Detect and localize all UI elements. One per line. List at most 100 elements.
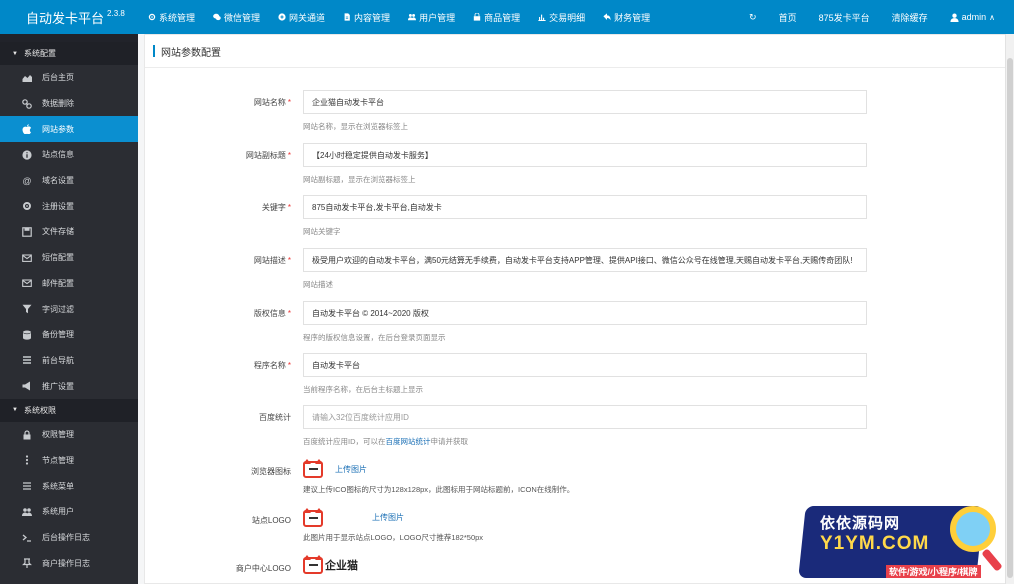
site-link[interactable]: 875发卡平台 <box>808 11 881 24</box>
field-hint: 网站关键字 <box>303 227 341 236</box>
cat-eyes <box>309 564 318 567</box>
topnav-label: 交易明细 <box>549 12 586 23</box>
sidebar-group-system-config[interactable]: ▼ 系统配置 <box>0 42 138 65</box>
topnav-item-gateway[interactable]: 网关通道 <box>268 0 333 34</box>
required-mark: * <box>287 309 291 318</box>
topnav-item-content[interactable]: 内容管理 <box>333 0 398 34</box>
cog-icon <box>23 202 31 211</box>
topnav-item-goods[interactable]: 商品管理 <box>463 0 528 34</box>
user-name: admin <box>961 12 987 22</box>
topnav-label: 内容管理 <box>354 12 391 23</box>
required-mark: * <box>287 98 291 107</box>
topnav-item-users[interactable]: 用户管理 <box>398 0 463 34</box>
field-label: 网站描述 * <box>219 255 291 266</box>
topnav-item-trades[interactable]: 交易明细 <box>528 0 593 34</box>
field-label: 版权信息 * <box>219 308 291 319</box>
site-logo-preview-image <box>303 508 323 527</box>
label-text: 版权信息 <box>253 309 286 318</box>
site-name-input[interactable]: 企业猫自动发卡平台 <box>303 90 867 114</box>
sidebar-item-label: 数据删除 <box>42 99 74 109</box>
sidebar-item-data-delete[interactable]: 数据删除 <box>0 91 138 117</box>
home-link[interactable]: 首页 <box>768 11 808 24</box>
sidebar-item-promotion[interactable]: 推广设置 <box>0 373 138 399</box>
at-icon: @ <box>22 175 32 186</box>
sidebar-item-label: 字词过滤 <box>42 304 74 314</box>
title-accent-bar <box>153 45 155 57</box>
save-icon <box>22 227 32 237</box>
sidebar-item-site-info[interactable]: 站点信息 <box>0 142 138 168</box>
field-hint: 网站描述 <box>303 280 333 289</box>
sidebar-group-system-permissions[interactable]: ▼ 系统权限 <box>0 398 138 422</box>
pin-icon <box>22 558 32 569</box>
filter-icon <box>22 304 32 314</box>
caret-down-icon: ▼ <box>12 50 18 57</box>
sidebar-item-admin-log[interactable]: 后台操作日志 <box>0 525 138 551</box>
merchant-logo-text: 企业猫 <box>325 560 358 572</box>
user-icon <box>950 13 959 22</box>
sidebar-item-dashboard[interactable]: 后台主页 <box>0 65 138 91</box>
site-logo-upload-button[interactable]: 上传图片 <box>372 512 404 523</box>
sidebar-item-system-users[interactable]: 系统用户 <box>0 499 138 525</box>
sidebar-item-storage[interactable]: 文件存储 <box>0 219 138 245</box>
refresh-icon[interactable]: ↻ <box>738 12 768 23</box>
hint-text: 百度统计应用ID，可以在 <box>303 437 386 446</box>
field-label: 网站名称 * <box>219 97 291 108</box>
sidebar-item-backup[interactable]: 备份管理 <box>0 322 138 348</box>
topnav-label: 财务管理 <box>614 12 651 23</box>
sidebar-item-site-params[interactable]: 网站参数 <box>0 116 138 143</box>
envelope-icon <box>22 254 32 262</box>
sidebar-item-domain[interactable]: @ 域名设置 <box>0 168 138 194</box>
topnav-item-system[interactable]: 系统管理 <box>138 0 203 34</box>
keywords-input[interactable]: 875自动发卡平台,发卡平台,自动发卡 <box>303 195 867 219</box>
topnav-label: 用户管理 <box>419 12 456 23</box>
baidu-stats-input[interactable]: 请输入32位百度统计应用ID <box>303 405 867 429</box>
description-input[interactable]: 极受用户欢迎的自动发卡平台，满50元结算无手续费，自动发卡平台支持APP管理、提… <box>303 248 867 272</box>
shop-icon <box>473 13 481 21</box>
sidebar-item-label: 后台操作日志 <box>42 533 90 543</box>
subtitle-input[interactable]: 【24小时稳定提供自动发卡服务】 <box>303 143 867 167</box>
label-text: 关键字 <box>261 203 286 212</box>
sidebar-group-label: 系统权限 <box>23 405 56 415</box>
field-hint: 建议上传ICO图标的尺寸为128x128px，此图标用于网站标题前，ICON在线… <box>303 485 575 494</box>
label-text: 商户中心LOGO <box>235 564 291 573</box>
sidebar-item-merchant-log[interactable]: 商户操作日志 <box>0 550 138 576</box>
sidebar-item-email[interactable]: 邮件配置 <box>0 271 138 297</box>
topnav-item-wechat[interactable]: 微信管理 <box>203 0 268 34</box>
bullhorn-icon <box>22 381 30 391</box>
sidebar-item-front-nav[interactable]: 前台导航 <box>0 348 138 374</box>
sidebar-item-label: 注册设置 <box>42 201 74 211</box>
watermark-line2: Y1YM.COM <box>820 533 930 554</box>
sidebar-item-nodes[interactable]: 节点管理 <box>0 448 138 474</box>
label-text: 网站名称 <box>253 98 286 107</box>
sidebar: ▼ 系统配置 后台主页 数据删除 网站参数 站点信息 @ 域名设置 注册设置 文… <box>0 34 138 584</box>
chart-icon <box>538 14 546 21</box>
field-hint: 网站副标题，显示在浏览器标签上 <box>303 175 416 184</box>
field-hint: 此图片用于显示站点LOGO，LOGO尺寸推荐182*50px <box>303 533 484 542</box>
sidebar-item-system-menu[interactable]: 系统菜单 <box>0 473 138 499</box>
label-text: 网站描述 <box>253 256 286 265</box>
merchant-logo-preview-image <box>303 555 323 574</box>
watermark-line1: 依依源码网 <box>820 515 901 532</box>
database-icon <box>23 330 31 340</box>
magnifier-handle <box>981 548 1003 572</box>
app-brand[interactable]: 自动发卡平台 2.3.8 <box>0 0 138 34</box>
sidebar-item-permissions[interactable]: 权限管理 <box>0 422 138 448</box>
copyright-input[interactable]: 自动发卡平台 © 2014~2020 版权 <box>303 301 867 325</box>
field-label: 站点LOGO <box>219 515 291 526</box>
document-icon <box>344 13 350 21</box>
program-name-input[interactable]: 自动发卡平台 <box>303 353 867 377</box>
required-mark: * <box>287 151 291 160</box>
clear-cache-button[interactable]: 清除缓存 <box>881 11 939 24</box>
topnav-item-finance[interactable]: 财务管理 <box>593 0 658 34</box>
caret-down-icon: ▼ <box>12 407 18 414</box>
field-label: 商户中心LOGO <box>219 563 291 574</box>
favicon-upload-button[interactable]: 上传图片 <box>335 464 367 475</box>
baidu-stats-link[interactable]: 百度网站统计 <box>386 437 431 446</box>
topnav-label: 微信管理 <box>224 12 261 23</box>
sidebar-item-sms[interactable]: 短信配置 <box>0 245 138 271</box>
field-hint: 百度统计应用ID，可以在百度网站统计申请并获取 <box>303 436 468 447</box>
sidebar-item-register[interactable]: 注册设置 <box>0 193 138 219</box>
finance-icon <box>603 13 611 21</box>
sidebar-item-word-filter[interactable]: 字词过滤 <box>0 296 138 322</box>
user-menu[interactable]: admin ∧ <box>939 12 1006 22</box>
